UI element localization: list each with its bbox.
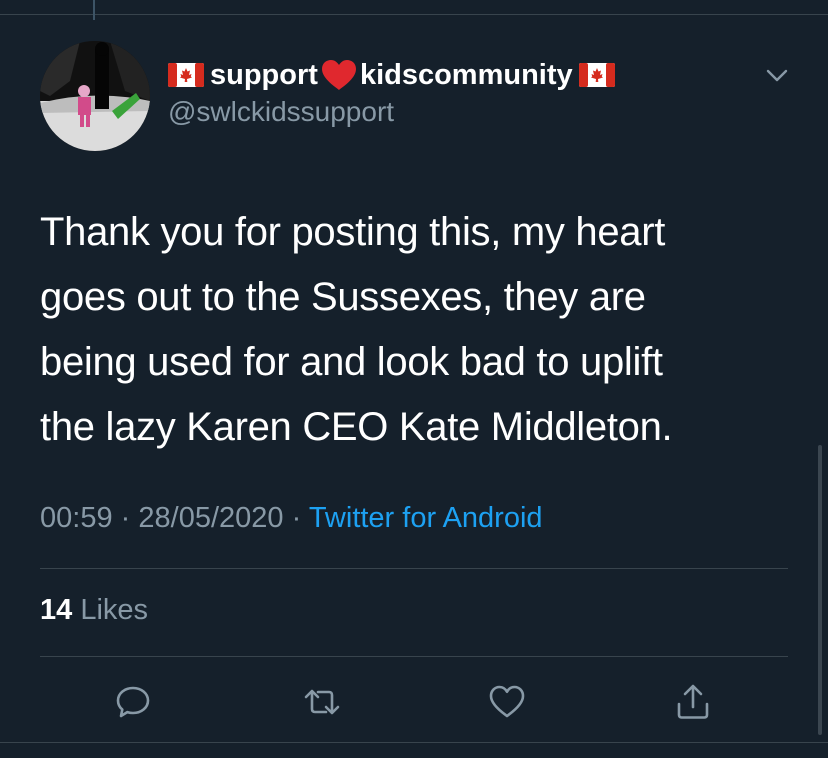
display-name-part1: support <box>210 58 318 91</box>
divider <box>40 568 788 569</box>
red-heart-icon <box>321 60 356 90</box>
meta-separator: · <box>291 502 302 534</box>
thread-connector-line <box>93 0 95 20</box>
divider <box>40 656 788 657</box>
reply-icon[interactable] <box>113 682 153 722</box>
user-handle[interactable]: @swlckidssupport <box>168 96 394 128</box>
chevron-down-icon[interactable] <box>762 62 792 88</box>
avatar[interactable] <box>40 41 150 151</box>
likes-summary[interactable]: 14 Likes <box>40 594 148 627</box>
tweet-date[interactable]: 28/05/2020 <box>138 502 283 534</box>
scrollbar[interactable] <box>818 445 822 735</box>
share-icon[interactable] <box>673 682 713 722</box>
likes-label: Likes <box>80 594 149 626</box>
retweet-icon[interactable] <box>302 682 342 722</box>
like-icon[interactable] <box>487 682 527 722</box>
tweet-text: Thank you for posting this, my heart goe… <box>40 210 673 449</box>
tweet-source-link[interactable]: Twitter for Android <box>309 502 543 534</box>
meta-separator: · <box>120 502 131 534</box>
likes-count: 14 <box>40 594 73 626</box>
canada-flag-icon <box>578 63 615 87</box>
canada-flag-icon <box>168 63 204 87</box>
bottom-divider <box>0 742 828 743</box>
top-divider <box>0 14 828 15</box>
display-name[interactable]: support kidscommunity <box>168 56 615 94</box>
tweet-time[interactable]: 00:59 <box>40 502 113 534</box>
tweet-meta: 00:59 · 28/05/2020 · Twitter for Android <box>40 502 543 535</box>
display-name-part2: kidscommunity <box>359 58 573 91</box>
